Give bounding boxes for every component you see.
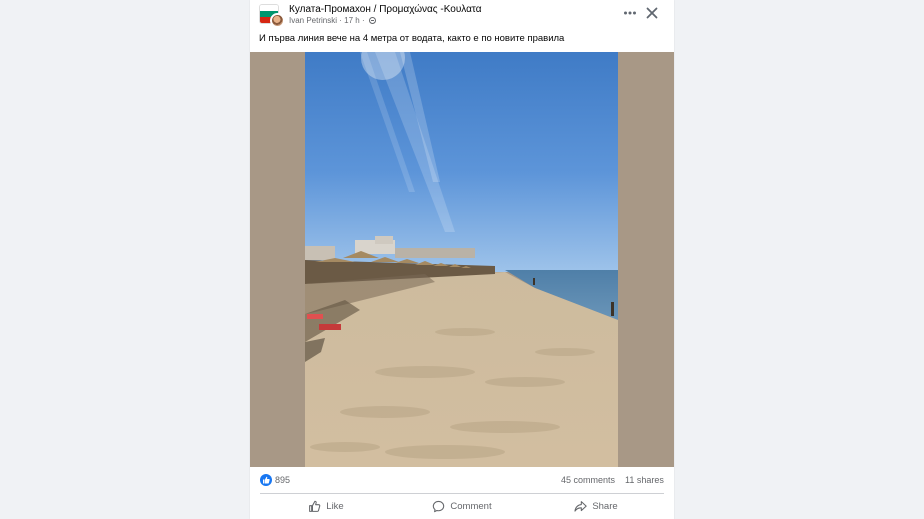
shares-count-link[interactable]: 11 shares — [625, 475, 664, 485]
post-photo[interactable] — [250, 52, 674, 467]
post-meta: Ivan Petrinski · 17 h · — [289, 16, 376, 25]
like-reaction-icon[interactable] — [260, 474, 272, 486]
comment-label: Comment — [450, 501, 492, 512]
thumbs-up-icon — [309, 500, 321, 512]
post-caption: И първа линия вече на 4 метра от водата,… — [259, 33, 565, 44]
reaction-count[interactable]: 895 — [275, 475, 290, 485]
group-name-link[interactable]: Кулата-Промахон / Προμαχώνας -Κουλατα — [289, 4, 482, 15]
user-avatar[interactable] — [270, 13, 285, 28]
like-label: Like — [326, 501, 344, 512]
comments-count-link[interactable]: 45 comments — [561, 475, 615, 485]
globe-icon — [368, 17, 376, 24]
close-icon[interactable] — [644, 5, 660, 21]
meta-separator: · — [339, 16, 342, 25]
more-dots-icon[interactable] — [622, 5, 638, 21]
post-time-link[interactable]: 17 h — [344, 16, 360, 25]
share-button[interactable]: Share — [540, 496, 652, 517]
share-label: Share — [592, 501, 618, 512]
avatar-group[interactable] — [259, 4, 285, 28]
like-button[interactable]: Like — [270, 496, 382, 517]
beach-photo[interactable] — [305, 52, 618, 467]
post-card: Кулата-Промахон / Προμαχώνας -Κουλατα Iv… — [250, 0, 674, 519]
action-bar: Like Comment Share — [250, 496, 674, 517]
meta-separator-2: · — [361, 16, 365, 25]
post-header: Кулата-Промахон / Προμαχώνας -Κουλατα Iv… — [250, 0, 674, 30]
comment-icon — [433, 500, 445, 513]
author-name-link[interactable]: Ivan Petrinski — [289, 16, 337, 25]
share-icon — [574, 501, 588, 512]
reactions-bar: 895 45 comments 11 shares — [250, 470, 674, 490]
comment-button[interactable]: Comment — [406, 496, 518, 517]
divider — [260, 493, 664, 494]
